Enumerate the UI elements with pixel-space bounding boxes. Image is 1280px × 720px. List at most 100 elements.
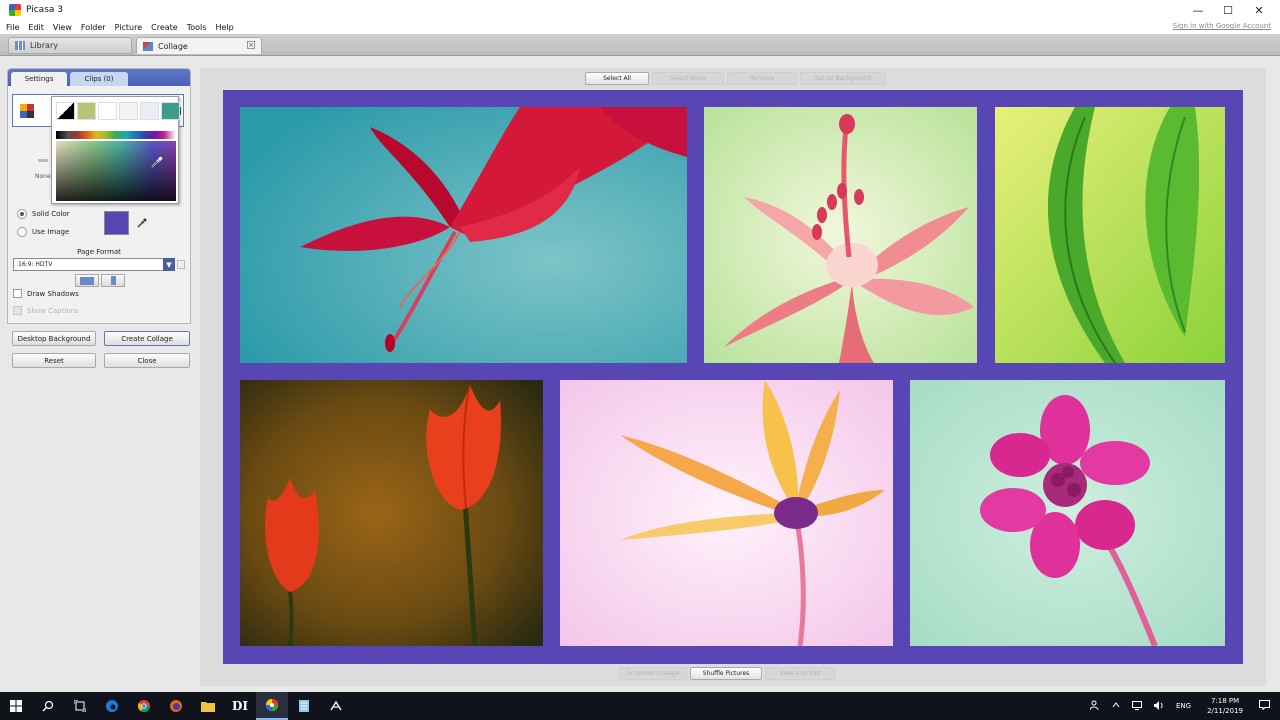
start-button[interactable] — [0, 692, 32, 720]
taskbar-file-explorer[interactable] — [192, 692, 224, 720]
tab-library-label: Library — [30, 41, 58, 50]
menu-bar: File Edit View Folder Picture Create Too… — [0, 20, 1280, 34]
create-collage-button[interactable]: Create Collage — [104, 331, 190, 346]
page-format-extra-button[interactable] — [177, 260, 185, 269]
show-captions-checkbox — [13, 306, 22, 315]
spacing-none-label: None — [35, 173, 51, 180]
menu-edit[interactable]: Edit — [28, 23, 44, 32]
chrome-icon — [137, 700, 150, 713]
show-captions-option: Show Captions — [13, 306, 79, 315]
preset-black[interactable] — [56, 102, 75, 120]
clock-time: 7:18 PM — [1210, 697, 1240, 705]
minimize-button[interactable]: — — [1183, 0, 1213, 20]
preset-olive[interactable] — [77, 102, 96, 120]
page-format-dropdown-button[interactable]: ▼ — [163, 258, 175, 271]
close-tab-icon[interactable]: × — [247, 41, 255, 49]
window-title: Picasa 3 — [26, 5, 63, 15]
close-collage-button[interactable]: Close — [104, 353, 190, 368]
reset-button[interactable]: Reset — [12, 353, 96, 368]
color-spectrum-bar[interactable] — [56, 131, 176, 139]
maximize-button[interactable]: ☐ — [1213, 0, 1243, 20]
notification-icon[interactable] — [1259, 700, 1270, 712]
maximize-icon: ☐ — [1223, 3, 1233, 17]
task-view-button[interactable] — [64, 692, 96, 720]
tab-settings[interactable]: Settings — [11, 72, 67, 86]
background-color-swatch[interactable] — [104, 211, 129, 235]
collage-photo-magenta-flower[interactable] — [910, 380, 1225, 646]
select-none-button: Select None — [652, 72, 724, 85]
select-all-button[interactable]: Select All — [585, 72, 649, 85]
collage-bottom-toolbar: Scramble Collage Shuffle Pictures View a… — [619, 667, 835, 680]
use-image-radio[interactable] — [17, 227, 27, 237]
preset-teal[interactable] — [161, 102, 180, 120]
preset-light-gray[interactable] — [119, 102, 138, 120]
collage-photo-yellow-flower[interactable] — [560, 380, 893, 646]
close-window-button[interactable]: ✕ — [1244, 0, 1274, 20]
eyedropper-cursor-icon — [151, 156, 163, 168]
shuffle-pictures-button[interactable]: Shuffle Pictures — [690, 667, 762, 680]
landscape-icon — [80, 276, 94, 285]
set-as-background-button: Set as Background — [800, 72, 886, 85]
taskbar-notepad[interactable] — [288, 692, 320, 720]
system-tray: ENG 7:18 PM 2/11/2019 — [1084, 692, 1280, 720]
volume-icon[interactable] — [1154, 700, 1164, 712]
draw-shadows-label: Draw Shadows — [27, 289, 79, 298]
preset-light-blue[interactable] — [140, 102, 159, 120]
collage-photo-red-tulips[interactable] — [240, 380, 543, 646]
eyedropper-icon[interactable] — [136, 217, 148, 229]
di-app-icon: DI — [231, 699, 249, 713]
tab-strip: Library Collage × — [0, 34, 1280, 56]
solid-color-radio[interactable] — [17, 209, 27, 219]
landscape-button[interactable] — [75, 274, 99, 287]
menu-folder[interactable]: Folder — [81, 23, 106, 32]
close-icon: ✕ — [1254, 3, 1264, 17]
tab-clips[interactable]: Clips (0) — [70, 72, 128, 86]
taskbar-firefox[interactable] — [160, 692, 192, 720]
menu-help[interactable]: Help — [215, 23, 233, 32]
title-bar: Picasa 3 — ☐ ✕ — [0, 0, 1280, 20]
menu-tools[interactable]: Tools — [187, 23, 207, 32]
windows-start-icon — [10, 700, 22, 712]
tab-library[interactable]: Library — [8, 37, 132, 54]
notepad-icon — [299, 700, 309, 712]
preset-colors — [56, 102, 180, 120]
desktop-background-button[interactable]: Desktop Background — [12, 331, 96, 346]
taskbar-edge[interactable] — [96, 692, 128, 720]
library-icon — [15, 41, 25, 50]
menu-view[interactable]: View — [53, 23, 72, 32]
page-format-value: 16:9: HDTV — [18, 261, 53, 268]
taskbar-app[interactable] — [320, 692, 352, 720]
people-icon[interactable] — [1089, 700, 1100, 712]
input-language[interactable]: ENG — [1176, 702, 1191, 710]
search-icon — [42, 700, 54, 712]
taskbar-chrome[interactable] — [128, 692, 160, 720]
collage-photo-pink-lily[interactable] — [704, 107, 977, 363]
menu-picture[interactable]: Picture — [115, 23, 143, 32]
taskbar-picasa[interactable] — [256, 692, 288, 720]
draw-shadows-checkbox[interactable] — [13, 289, 22, 298]
color-gradient-area[interactable] — [56, 141, 176, 201]
search-button[interactable] — [32, 692, 64, 720]
use-image-label: Use Image — [32, 228, 70, 236]
page-format-select[interactable]: 16:9: HDTV — [13, 258, 168, 271]
taskbar-clock[interactable]: 7:18 PM 2/11/2019 — [1207, 696, 1243, 716]
page-format-label: Page Format — [77, 248, 121, 256]
network-icon[interactable] — [1132, 700, 1142, 712]
menu-create[interactable]: Create — [151, 23, 178, 32]
chevron-up-icon[interactable] — [1112, 702, 1120, 710]
firefox-icon — [170, 700, 182, 712]
tab-collage[interactable]: Collage × — [136, 37, 262, 54]
clock-date: 2/11/2019 — [1207, 707, 1243, 715]
collage-photo-red-flower[interactable] — [240, 107, 687, 363]
solid-color-option[interactable]: Solid Color — [17, 209, 70, 219]
collage-photo-green-leaf[interactable] — [995, 107, 1225, 363]
spacing-slider[interactable] — [38, 159, 48, 162]
preset-white[interactable] — [98, 102, 117, 120]
sign-in-link[interactable]: Sign in with Google Account — [1173, 22, 1271, 30]
portrait-button[interactable] — [101, 274, 125, 287]
use-image-option[interactable]: Use Image — [17, 227, 69, 237]
collage-toolbar: Select All Select None Remove Set as Bac… — [585, 72, 886, 85]
taskbar-di-app[interactable]: DI — [224, 692, 256, 720]
menu-file[interactable]: File — [6, 23, 19, 32]
draw-shadows-option[interactable]: Draw Shadows — [13, 289, 79, 298]
